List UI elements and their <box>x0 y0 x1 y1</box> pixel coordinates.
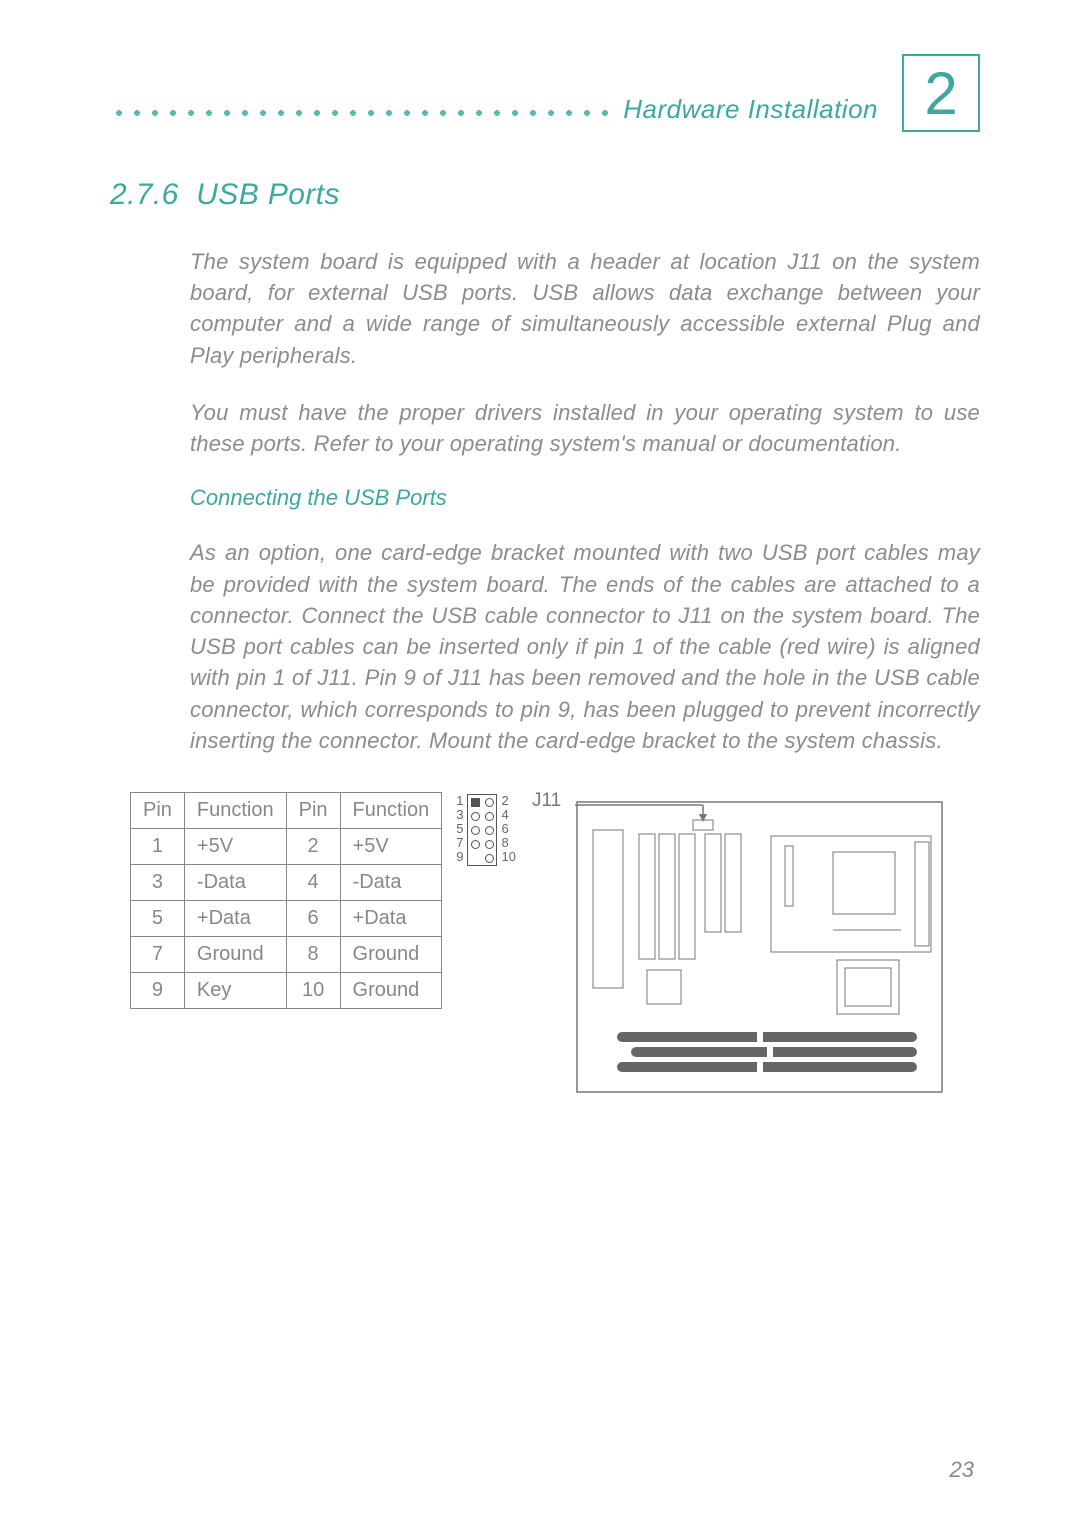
pin-label: 5 <box>456 822 463 836</box>
paragraph-2: You must have the proper drivers install… <box>190 397 980 459</box>
table-row: 3 -Data 4 -Data <box>131 865 442 901</box>
cell-pin: 10 <box>286 973 340 1009</box>
pin-9-icon <box>468 851 482 865</box>
pin-label: 9 <box>456 850 463 864</box>
cell-pin: 3 <box>131 865 185 901</box>
pin-function-table: Pin Function Pin Function 1 +5V 2 +5V 3 … <box>130 792 442 1009</box>
cell-pin: 2 <box>286 829 340 865</box>
pin-2-icon <box>482 795 496 809</box>
section-title: USB Ports <box>196 178 340 211</box>
cell-func: Ground <box>184 937 286 973</box>
cell-pin: 1 <box>131 829 185 865</box>
cell-func: -Data <box>340 865 442 901</box>
cell-func: Key <box>184 973 286 1009</box>
pin-label: 1 <box>456 794 463 808</box>
cell-pin: 5 <box>131 901 185 937</box>
pin-label: 2 <box>501 794 515 808</box>
pin-label: 7 <box>456 836 463 850</box>
chapter-number: 2 <box>924 59 957 128</box>
sub-heading: Connecting the USB Ports <box>190 485 980 511</box>
cell-pin: 9 <box>131 973 185 1009</box>
pin-label: 8 <box>501 836 515 850</box>
pin-6-icon <box>482 823 496 837</box>
motherboard-diagram <box>575 792 980 1102</box>
cell-func: Ground <box>340 973 442 1009</box>
th-func-2: Function <box>340 793 442 829</box>
pin-label: 6 <box>501 822 515 836</box>
pin-8-icon <box>482 837 496 851</box>
table-row: 1 +5V 2 +5V <box>131 829 442 865</box>
pin-label: 4 <box>501 808 515 822</box>
cell-func: Ground <box>340 937 442 973</box>
section-number: 2.7.6 <box>110 178 179 211</box>
table-row: 9 Key 10 Ground <box>131 973 442 1009</box>
table-row: 7 Ground 8 Ground <box>131 937 442 973</box>
cell-func: -Data <box>184 865 286 901</box>
decorative-dots <box>110 107 609 119</box>
pin-1-icon <box>468 795 482 809</box>
header-pin-diagram: 1 3 5 7 9 2 4 6 8 10 J11 <box>456 794 561 866</box>
cell-pin: 4 <box>286 865 340 901</box>
cell-func: +Data <box>340 901 442 937</box>
paragraph-1: The system board is equipped with a head… <box>190 246 980 371</box>
board-svg-icon <box>575 792 945 1097</box>
pin-7-icon <box>468 837 482 851</box>
pin-10-icon <box>482 851 496 865</box>
th-func-1: Function <box>184 793 286 829</box>
page-number: 23 <box>950 1457 974 1483</box>
cell-func: +5V <box>340 829 442 865</box>
pin-5-icon <box>468 823 482 837</box>
header-grid <box>467 794 497 866</box>
cell-pin: 7 <box>131 937 185 973</box>
cell-func: +5V <box>184 829 286 865</box>
chapter-title: Hardware Installation <box>623 94 878 125</box>
pin-3-icon <box>468 809 482 823</box>
section-heading: 2.7.6 USB Ports <box>110 178 980 212</box>
th-pin-1: Pin <box>131 793 185 829</box>
header-label-j11: J11 <box>532 790 561 812</box>
chapter-header: Hardware Installation 2 <box>110 70 980 148</box>
pin-label: 10 <box>501 850 515 864</box>
table-header-row: Pin Function Pin Function <box>131 793 442 829</box>
table-row: 5 +Data 6 +Data <box>131 901 442 937</box>
pin-4-icon <box>482 809 496 823</box>
th-pin-2: Pin <box>286 793 340 829</box>
pin-label: 3 <box>456 808 463 822</box>
cell-func: +Data <box>184 901 286 937</box>
cell-pin: 8 <box>286 937 340 973</box>
bottom-content-row: Pin Function Pin Function 1 +5V 2 +5V 3 … <box>130 792 980 1102</box>
paragraph-3: As an option, one card-edge bracket moun… <box>190 537 980 756</box>
chapter-number-box: 2 <box>902 54 980 132</box>
pin-labels-right: 2 4 6 8 10 <box>501 794 515 864</box>
pin-labels-left: 1 3 5 7 9 <box>456 794 463 864</box>
cell-pin: 6 <box>286 901 340 937</box>
